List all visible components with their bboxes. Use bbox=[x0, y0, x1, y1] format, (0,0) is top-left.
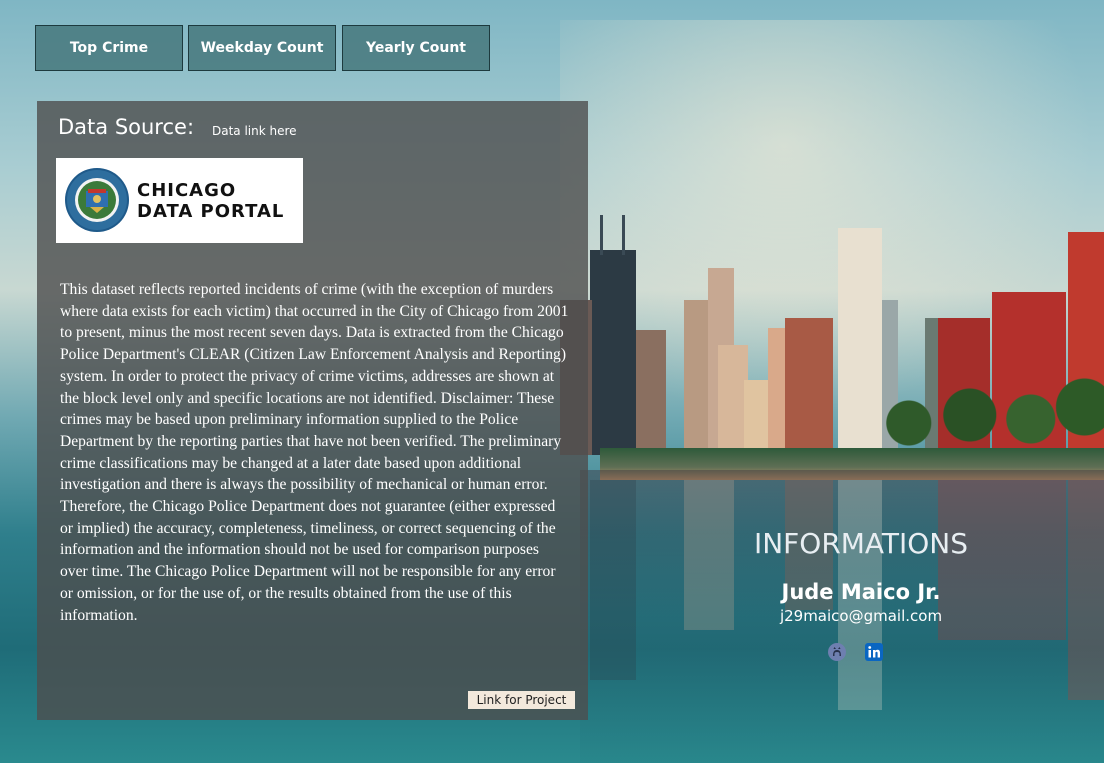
tab-weekday-count[interactable]: Weekday Count bbox=[188, 25, 336, 71]
linkedin-icon[interactable] bbox=[864, 642, 884, 662]
author-email: j29maico@gmail.com bbox=[779, 607, 943, 625]
logo-line-2: DATA PORTAL bbox=[137, 201, 285, 222]
city-seal-icon bbox=[65, 168, 129, 232]
logo-line-1: CHICAGO bbox=[137, 180, 237, 201]
informations-heading: INFORMATIONS bbox=[753, 527, 969, 560]
dataset-description: This dataset reflects reported incidents… bbox=[60, 281, 569, 624]
reflection bbox=[1068, 480, 1104, 700]
data-source-link[interactable]: Data link here bbox=[212, 124, 297, 138]
reflection bbox=[684, 480, 734, 630]
project-link-button[interactable]: Link for Project bbox=[468, 691, 575, 709]
data-source-panel: Data Source: Data link here CHICAGO DATA… bbox=[37, 101, 588, 720]
tab-yearly-count[interactable]: Yearly Count bbox=[342, 25, 490, 71]
github-icon[interactable] bbox=[827, 642, 847, 662]
logo-wordmark: CHICAGO DATA PORTAL bbox=[137, 180, 284, 222]
data-source-heading: Data Source: bbox=[58, 115, 195, 139]
reflection bbox=[590, 480, 636, 680]
author-name: Jude Maico Jr. bbox=[781, 580, 941, 604]
chicago-data-portal-logo: CHICAGO DATA PORTAL bbox=[56, 158, 303, 243]
tab-top-crime[interactable]: Top Crime bbox=[35, 25, 183, 71]
